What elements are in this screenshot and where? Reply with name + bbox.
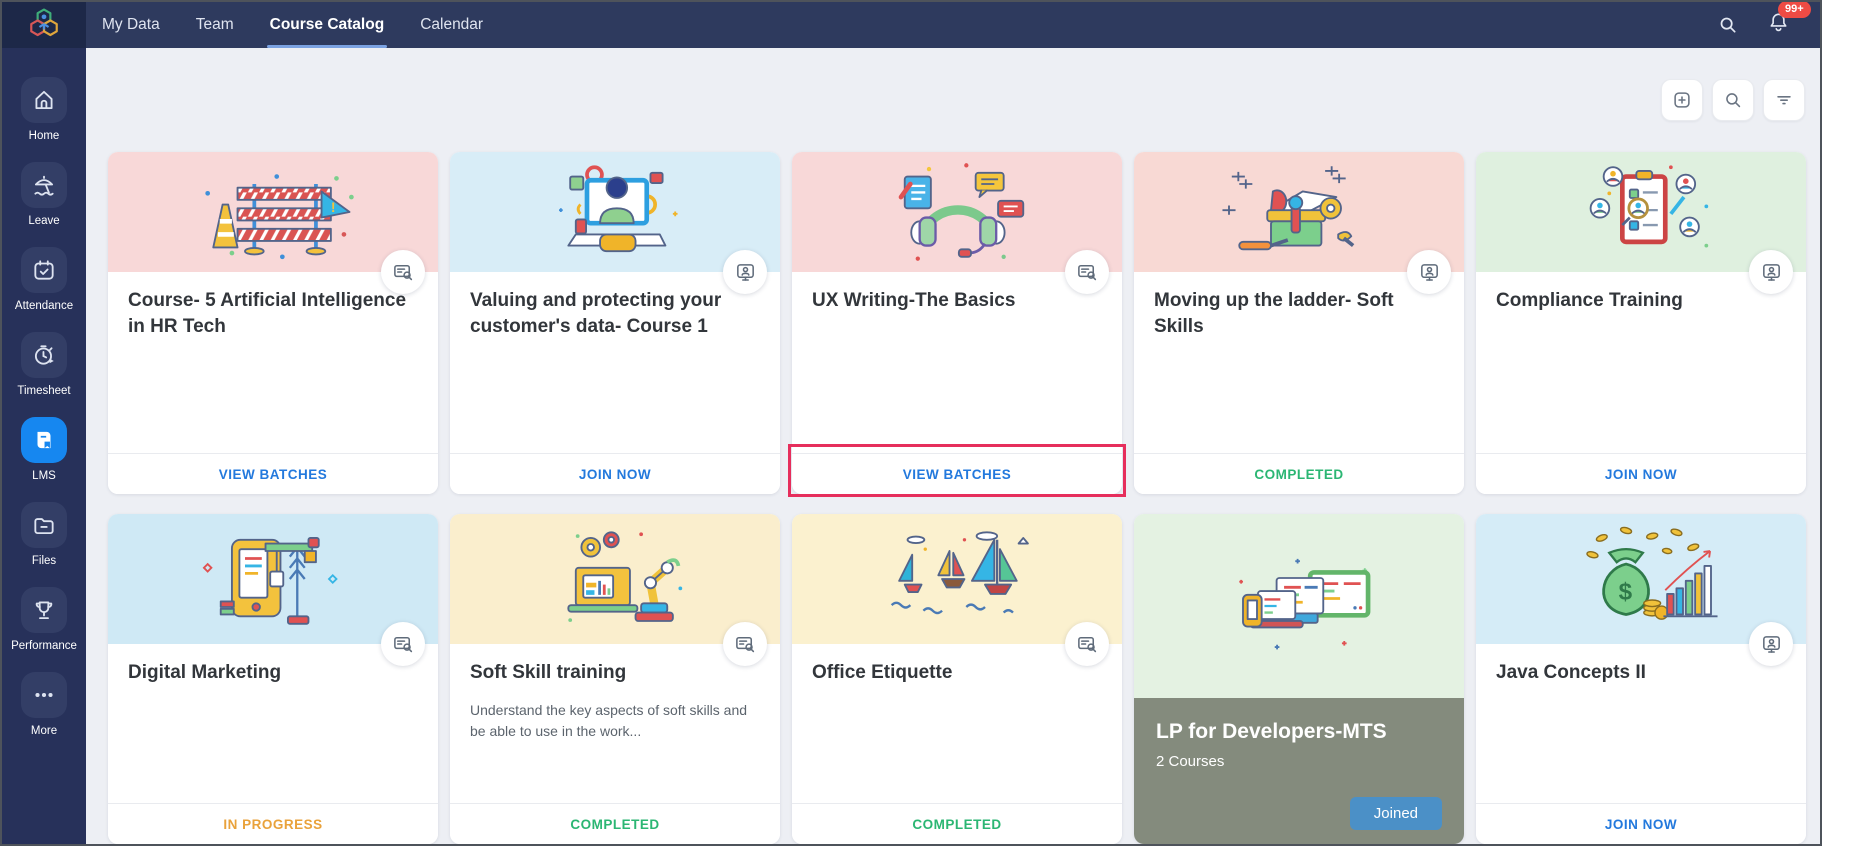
sidebar-item-leave[interactable]: Leave — [2, 162, 86, 227]
course-title: Office Etiquette — [812, 662, 953, 683]
self-paced-badge-icon — [723, 622, 767, 666]
filter-button[interactable] — [1763, 79, 1805, 121]
top-nav: My Data Team Course Catalog Calendar 99+ — [2, 2, 1820, 48]
svg-text:!: ! — [331, 199, 336, 215]
self-paced-badge-icon — [381, 250, 425, 294]
search-icon — [1722, 89, 1744, 111]
view-batches-link[interactable]: VIEW BATCHES — [108, 453, 438, 494]
app-logo — [2, 2, 86, 48]
learning-path-card-lp-for-developers-mts[interactable]: LP for Developers-MTS 2 Courses Joined — [1134, 514, 1464, 844]
notification-count-badge: 99+ — [1778, 2, 1811, 18]
course-grid: ! Course- 5 Artificial Intelligence in HR… — [108, 152, 1806, 844]
instructor-led-badge-icon — [1407, 250, 1451, 294]
status-completed: COMPLETED — [450, 803, 780, 844]
course-description: Understand the key aspects of soft skill… — [470, 702, 748, 740]
notifications-bell-icon[interactable]: 99+ — [1767, 2, 1811, 39]
join-now-link[interactable]: JOIN NOW — [1476, 803, 1806, 844]
course-card-soft-skill-training[interactable]: Soft Skill training Understand the key as… — [450, 514, 780, 844]
course-card-digital-marketing[interactable]: Digital Marketing IN PROGRESS — [108, 514, 438, 844]
files-folder-icon — [21, 502, 67, 548]
instructor-led-badge-icon — [723, 250, 767, 294]
course-title: Digital Marketing — [128, 662, 282, 683]
svg-text:$: $ — [1619, 579, 1633, 606]
sidebar-item-home[interactable]: Home — [2, 77, 86, 142]
hexagon-logo-icon — [30, 8, 58, 37]
leave-umbrella-icon — [21, 162, 67, 208]
course-title: Soft Skill training — [470, 662, 627, 683]
self-paced-badge-icon — [381, 622, 425, 666]
sidebar-item-label: Files — [31, 555, 57, 567]
sidebar-item-label: Leave — [28, 215, 60, 227]
sidebar-item-label: LMS — [32, 470, 56, 482]
sidebar-item-label: Performance — [11, 640, 77, 652]
course-title: Compliance Training — [1496, 290, 1683, 311]
join-now-link[interactable]: JOIN NOW — [450, 453, 780, 494]
search-icon[interactable] — [1717, 14, 1739, 36]
status-completed: COMPLETED — [792, 803, 1122, 844]
status-in-progress: IN PROGRESS — [108, 803, 438, 844]
sailboats-illustration — [792, 514, 1122, 644]
performance-trophy-icon — [21, 587, 67, 633]
course-title: Moving up the ladder- Soft Skills — [1154, 290, 1394, 338]
sidebar-item-label: Attendance — [14, 300, 74, 312]
instructor-led-badge-icon — [1749, 250, 1793, 294]
app-window: My Data Team Course Catalog Calendar 99+ Ho… — [0, 0, 1822, 846]
course-card-moving-up-the-ladder-soft-skills[interactable]: Moving up the ladder- Soft Skills COMPLET… — [1134, 152, 1464, 494]
tab-calendar[interactable]: Calendar — [420, 2, 483, 48]
robot-arm-illustration — [450, 514, 780, 644]
course-title: Valuing and protecting your customer's d… — [470, 290, 722, 338]
catalog-toolbar — [1661, 79, 1805, 121]
sidebar-item-files[interactable]: Files — [2, 502, 86, 567]
tab-course-catalog[interactable]: Course Catalog — [266, 2, 387, 48]
top-nav-tabs: My Data Team Course Catalog Calendar — [102, 2, 483, 48]
instructor-led-badge-icon — [1749, 622, 1793, 666]
sidebar-item-label: Timesheet — [17, 385, 71, 397]
sidebar-item-label: Home — [28, 130, 60, 142]
sidebar-item-lms[interactable]: LMS — [2, 417, 86, 482]
filter-icon — [1773, 89, 1795, 111]
money-chart-illustration: $ — [1476, 514, 1806, 644]
course-title: Java Concepts II — [1496, 662, 1646, 683]
sidebar-item-label: More — [30, 725, 58, 737]
home-icon — [21, 77, 67, 123]
sidebar-item-timesheet[interactable]: Timesheet — [2, 332, 86, 397]
search-button[interactable] — [1712, 79, 1754, 121]
self-paced-badge-icon — [1065, 622, 1109, 666]
course-card-ux-writing-the-basics[interactable]: UX Writing-The Basics VIEW BATCHES — [788, 152, 1126, 497]
view-batches-link[interactable]: VIEW BATCHES — [792, 453, 1122, 494]
timesheet-stopwatch-icon — [21, 332, 67, 378]
course-card-course-5-artificial-intelligence-in-hr-tech[interactable]: ! Course- 5 Artificial Intelligence in HR… — [108, 152, 438, 494]
course-card-java-concepts-ii[interactable]: $ Java Concepts II JOIN NOW — [1476, 514, 1806, 844]
course-card-office-etiquette[interactable]: Office Etiquette COMPLETED — [792, 514, 1122, 844]
sidebar-item-more[interactable]: More — [2, 672, 86, 737]
tab-my-data[interactable]: My Data — [102, 2, 160, 48]
join-now-link[interactable]: JOIN NOW — [1476, 453, 1806, 494]
sidebar-item-attendance[interactable]: Attendance — [2, 247, 86, 312]
devices-illustration — [1134, 514, 1464, 698]
course-card-valuing-and-protecting-your-customer-s-data-course-1[interactable]: Valuing and protecting your customer's d… — [450, 152, 780, 494]
course-card-compliance-training[interactable]: Compliance Training JOIN NOW — [1476, 152, 1806, 494]
add-course-icon — [1671, 89, 1693, 111]
top-nav-actions: 99+ — [1717, 2, 1820, 39]
attendance-calendar-icon — [21, 247, 67, 293]
learning-path-course-count: 2 Courses — [1156, 753, 1225, 771]
learning-path-overlay: LP for Developers-MTS 2 Courses Joined — [1134, 698, 1464, 844]
self-paced-badge-icon — [1065, 250, 1109, 294]
course-title: UX Writing-The Basics — [812, 290, 1016, 311]
learning-path-title: LP for Developers-MTS — [1156, 720, 1387, 743]
crane-builder-illustration — [108, 514, 438, 644]
tab-team[interactable]: Team — [196, 2, 234, 48]
add-course-button[interactable] — [1661, 79, 1703, 121]
more-ellipsis-icon — [21, 672, 67, 718]
joined-button[interactable]: Joined — [1349, 797, 1442, 830]
course-title: Course- 5 Artificial Intelligence in HR … — [128, 290, 407, 338]
status-completed: COMPLETED — [1134, 453, 1464, 494]
lms-book-icon — [21, 417, 67, 463]
sidebar-item-performance[interactable]: Performance — [2, 587, 86, 652]
sidebar: Home Leave Attendance Timesheet LMS Files Perf… — [2, 48, 86, 844]
course-catalog-content: ! Course- 5 Artificial Intelligence in HR… — [86, 48, 1820, 844]
